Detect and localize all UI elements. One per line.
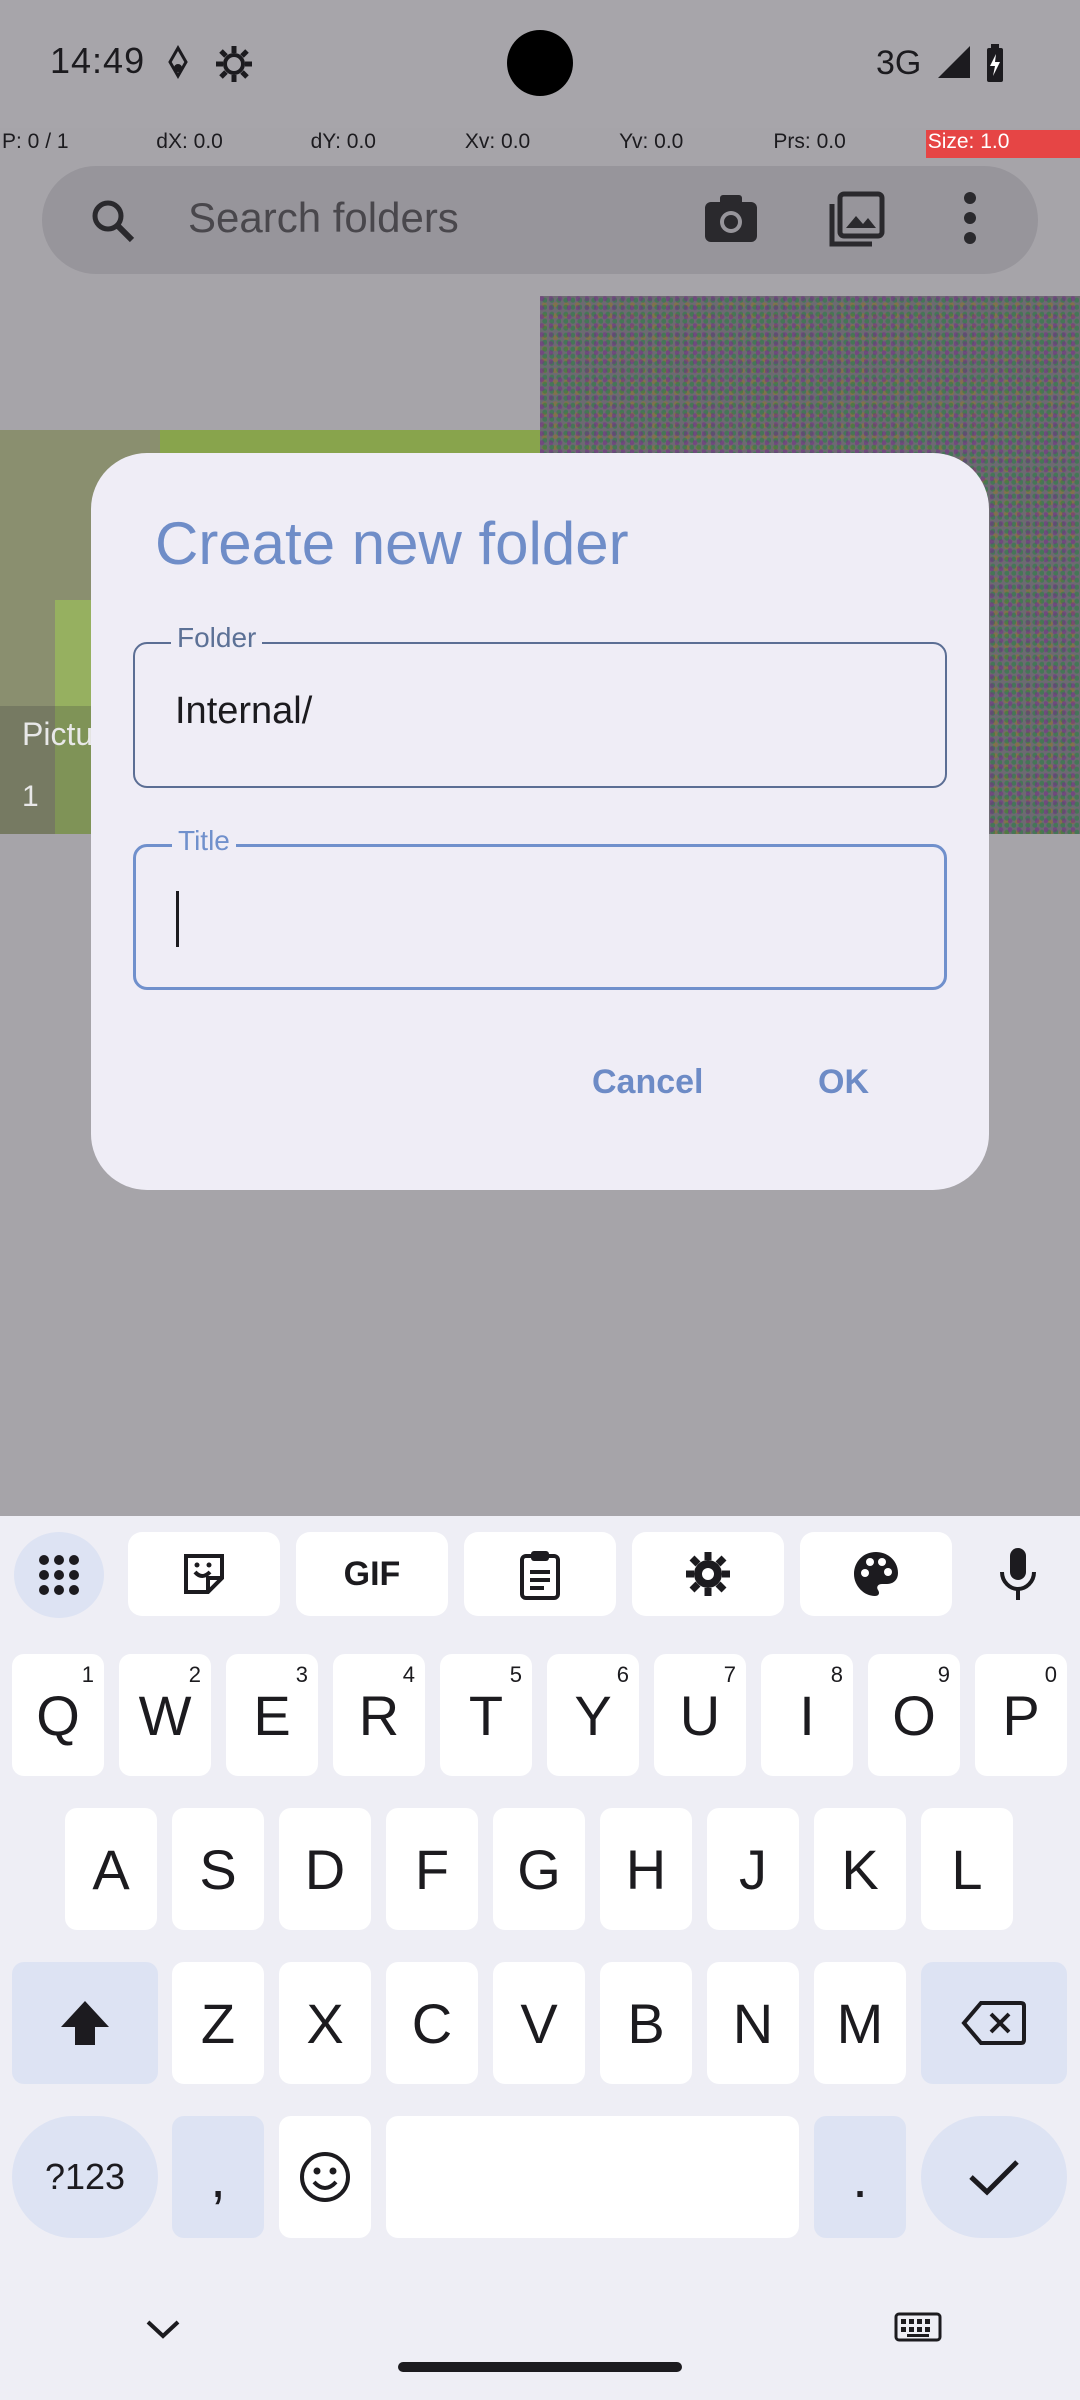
create-folder-dialog: Create new folder Folder Internal/ Title… [91, 453, 989, 1190]
battery-charging-icon [984, 44, 1006, 89]
pointer-debug-bar: P: 0 / 1 dX: 0.0 dY: 0.0 Xv: 0.0 Yv: 0.0… [0, 130, 1080, 158]
backspace-icon [961, 2001, 1026, 2045]
camera-icon[interactable] [702, 190, 760, 253]
comma-key[interactable]: , [172, 2116, 264, 2238]
title-field[interactable]: Title [133, 825, 947, 990]
text-cursor [176, 891, 179, 947]
apps-grid-icon[interactable] [14, 1532, 104, 1618]
key-l[interactable]: L [921, 1808, 1013, 1930]
dialog-title: Create new folder [155, 510, 629, 577]
emoji-key[interactable] [279, 2116, 371, 2238]
palette-icon[interactable] [800, 1532, 952, 1616]
key-g[interactable]: G [493, 1808, 585, 1930]
signal-icon [936, 44, 972, 85]
enter-key[interactable] [921, 2116, 1067, 2238]
symbols-key[interactable]: ?123 [12, 2116, 158, 2238]
mic-icon[interactable] [974, 1532, 1062, 1616]
debug-prs: Prs: 0.0 [773, 130, 846, 153]
key-v[interactable]: V [493, 1962, 585, 2084]
folder-field-label: Folder [171, 622, 263, 654]
hide-keyboard-icon[interactable] [144, 2318, 182, 2347]
folder-name: Pictu [22, 716, 94, 752]
debug-dy: dY: 0.0 [310, 130, 376, 153]
key-r[interactable]: R4 [333, 1654, 425, 1776]
search-icon [88, 196, 136, 249]
shift-key[interactable] [12, 1962, 158, 2084]
key-t[interactable]: T5 [440, 1654, 532, 1776]
key-f[interactable]: F [386, 1808, 478, 1930]
debug-size: Size: 1.0 [925, 130, 1080, 158]
ok-button[interactable]: OK [818, 1063, 869, 1102]
settings-icon[interactable] [632, 1532, 784, 1616]
home-indicator[interactable] [398, 2362, 682, 2372]
space-key[interactable] [386, 2116, 799, 2238]
key-w[interactable]: W2 [119, 1654, 211, 1776]
status-bar: 14:49 3G [0, 0, 1080, 128]
key-n[interactable]: N [707, 1962, 799, 2084]
key-p[interactable]: P0 [975, 1654, 1067, 1776]
clipboard-icon[interactable] [464, 1532, 616, 1616]
key-m[interactable]: M [814, 1962, 906, 2084]
status-time: 14:49 [50, 40, 146, 81]
key-k[interactable]: K [814, 1808, 906, 1930]
key-d[interactable]: D [279, 1808, 371, 1930]
backspace-key[interactable] [921, 1962, 1067, 2084]
key-s[interactable]: S [172, 1808, 264, 1930]
search-placeholder: Search folders [188, 194, 459, 241]
cancel-button[interactable]: Cancel [592, 1063, 704, 1102]
network-type: 3G [876, 44, 922, 82]
search-bar[interactable]: Search folders [42, 166, 1038, 274]
debug-dx: dX: 0.0 [156, 130, 223, 153]
key-o[interactable]: O9 [868, 1654, 960, 1776]
folder-count: 1 [22, 780, 39, 813]
key-b[interactable]: B [600, 1962, 692, 2084]
sticker-icon[interactable] [128, 1532, 280, 1616]
period-key[interactable]: . [814, 2116, 906, 2238]
title-field-label: Title [172, 825, 236, 857]
folder-field[interactable]: Folder Internal/ [133, 622, 947, 788]
emoji-icon [300, 2152, 350, 2202]
on-screen-keyboard: GIF Q1 W2 E3 R4 T5 Y6 U7 I8 O9 P0 A S D … [0, 1516, 1080, 2400]
checkmark-icon [969, 2160, 1019, 2196]
key-y[interactable]: Y6 [547, 1654, 639, 1776]
more-options-icon[interactable] [960, 188, 980, 253]
key-i[interactable]: I8 [761, 1654, 853, 1776]
key-u[interactable]: U7 [654, 1654, 746, 1776]
debug-pointer: P: 0 / 1 [2, 130, 69, 153]
key-q[interactable]: Q1 [12, 1654, 104, 1776]
folder-field-value: Internal/ [175, 690, 313, 732]
key-e[interactable]: E3 [226, 1654, 318, 1776]
gallery-icon[interactable] [828, 190, 886, 253]
shift-icon [61, 2001, 109, 2045]
key-h[interactable]: H [600, 1808, 692, 1930]
key-j[interactable]: J [707, 1808, 799, 1930]
debug-xv: Xv: 0.0 [464, 130, 531, 153]
drive-notification-icon [166, 44, 190, 89]
key-z[interactable]: Z [172, 1962, 264, 2084]
key-c[interactable]: C [386, 1962, 478, 2084]
camera-cutout [507, 30, 573, 96]
key-x[interactable]: X [279, 1962, 371, 2084]
settings-notification-icon [214, 44, 254, 89]
keyboard-switch-icon[interactable] [894, 2312, 942, 2351]
key-a[interactable]: A [65, 1808, 157, 1930]
navigation-bar [0, 2290, 1080, 2400]
debug-yv: Yv: 0.0 [619, 130, 684, 153]
gif-button[interactable]: GIF [296, 1532, 448, 1616]
